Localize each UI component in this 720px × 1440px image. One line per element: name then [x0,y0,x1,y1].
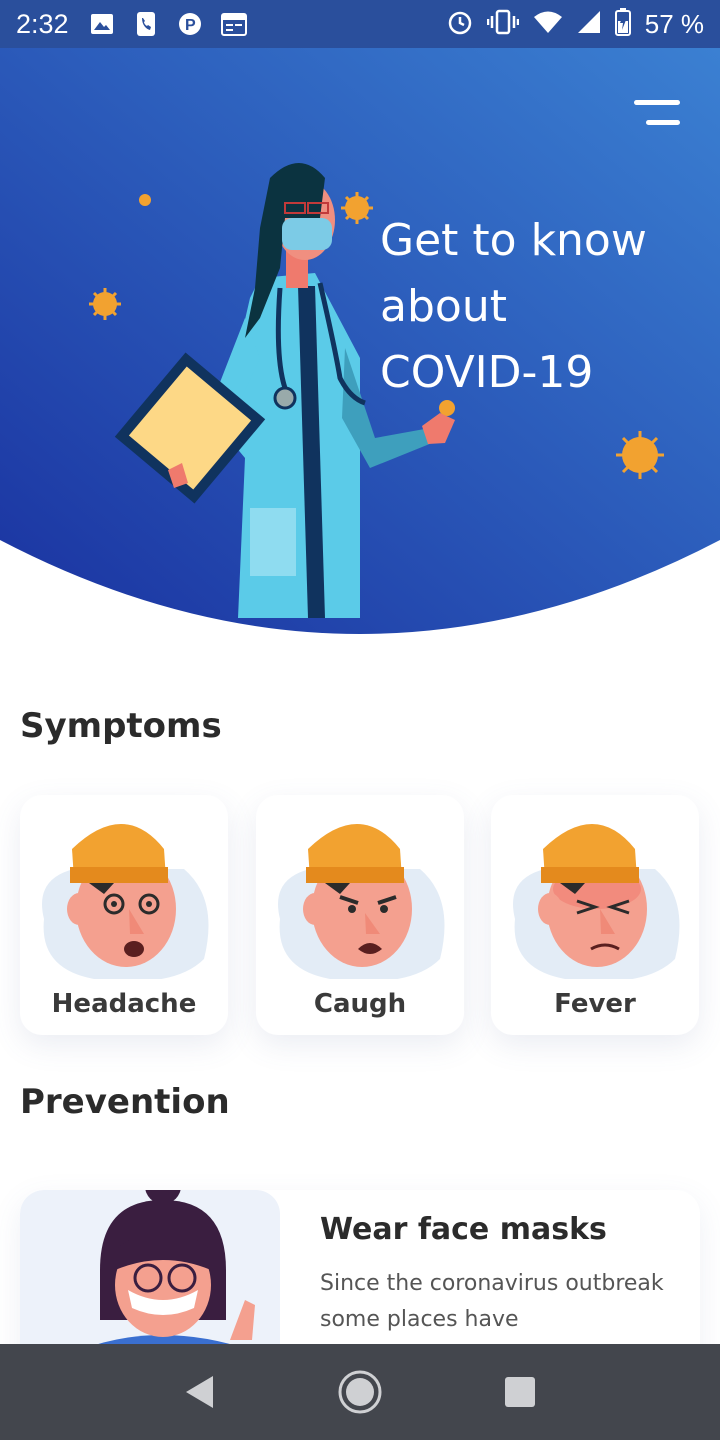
hero-title: Get to know about COVID-19 [380,208,680,406]
system-nav-bar [0,1344,720,1440]
dizzy-face-icon [42,824,209,979]
system-status: 57 % [447,7,704,41]
recents-button[interactable] [490,1362,550,1422]
prevention-heading: Prevention [20,1082,230,1122]
gallery-icon [89,11,115,37]
hero-title-line-1: Get to know [380,215,647,266]
parking-icon: P [177,11,203,37]
symptom-label: Headache [51,989,197,1019]
symptom-card-fever[interactable]: Fever [491,795,699,1035]
menu-button[interactable] [632,100,680,128]
svg-text:P: P [185,17,196,34]
battery-percent: 57 % [644,8,704,39]
home-button[interactable] [330,1362,390,1422]
symptom-label: Fever [554,989,636,1019]
vibrate-icon [486,9,519,40]
menu-icon-line [634,100,680,105]
symptoms-heading: Symptoms [20,706,222,746]
cell-signal-icon [577,10,601,39]
symptom-card-cough[interactable]: Caugh [256,795,464,1035]
back-button[interactable] [170,1362,230,1422]
coughing-face-icon [278,824,445,979]
calendar-icon [220,11,247,37]
hero-title-line-2: about [380,281,507,332]
phone-icon [133,11,159,37]
recents-icon [505,1377,535,1407]
symptom-label: Caugh [313,989,407,1019]
prevention-item-text: Since the coronavirus outbreak some plac… [320,1271,664,1332]
feverish-face-icon [513,824,680,979]
hero-title-line-3: COVID-19 [380,347,594,398]
home-icon [338,1370,382,1414]
battery-icon [614,7,631,41]
alarm-icon [447,9,473,40]
notification-icons: P [89,11,247,37]
menu-icon-line [646,120,680,125]
hero-header: Get to know about COVID-19 [0,48,720,648]
prevention-item-title: Wear face masks [320,1212,607,1247]
symptom-card-headache[interactable]: Headache [20,795,228,1035]
wifi-icon [533,10,563,39]
status-bar: 2:32 P 57 % [0,0,720,48]
back-icon [186,1376,213,1408]
status-time: 2:32 [16,8,69,39]
